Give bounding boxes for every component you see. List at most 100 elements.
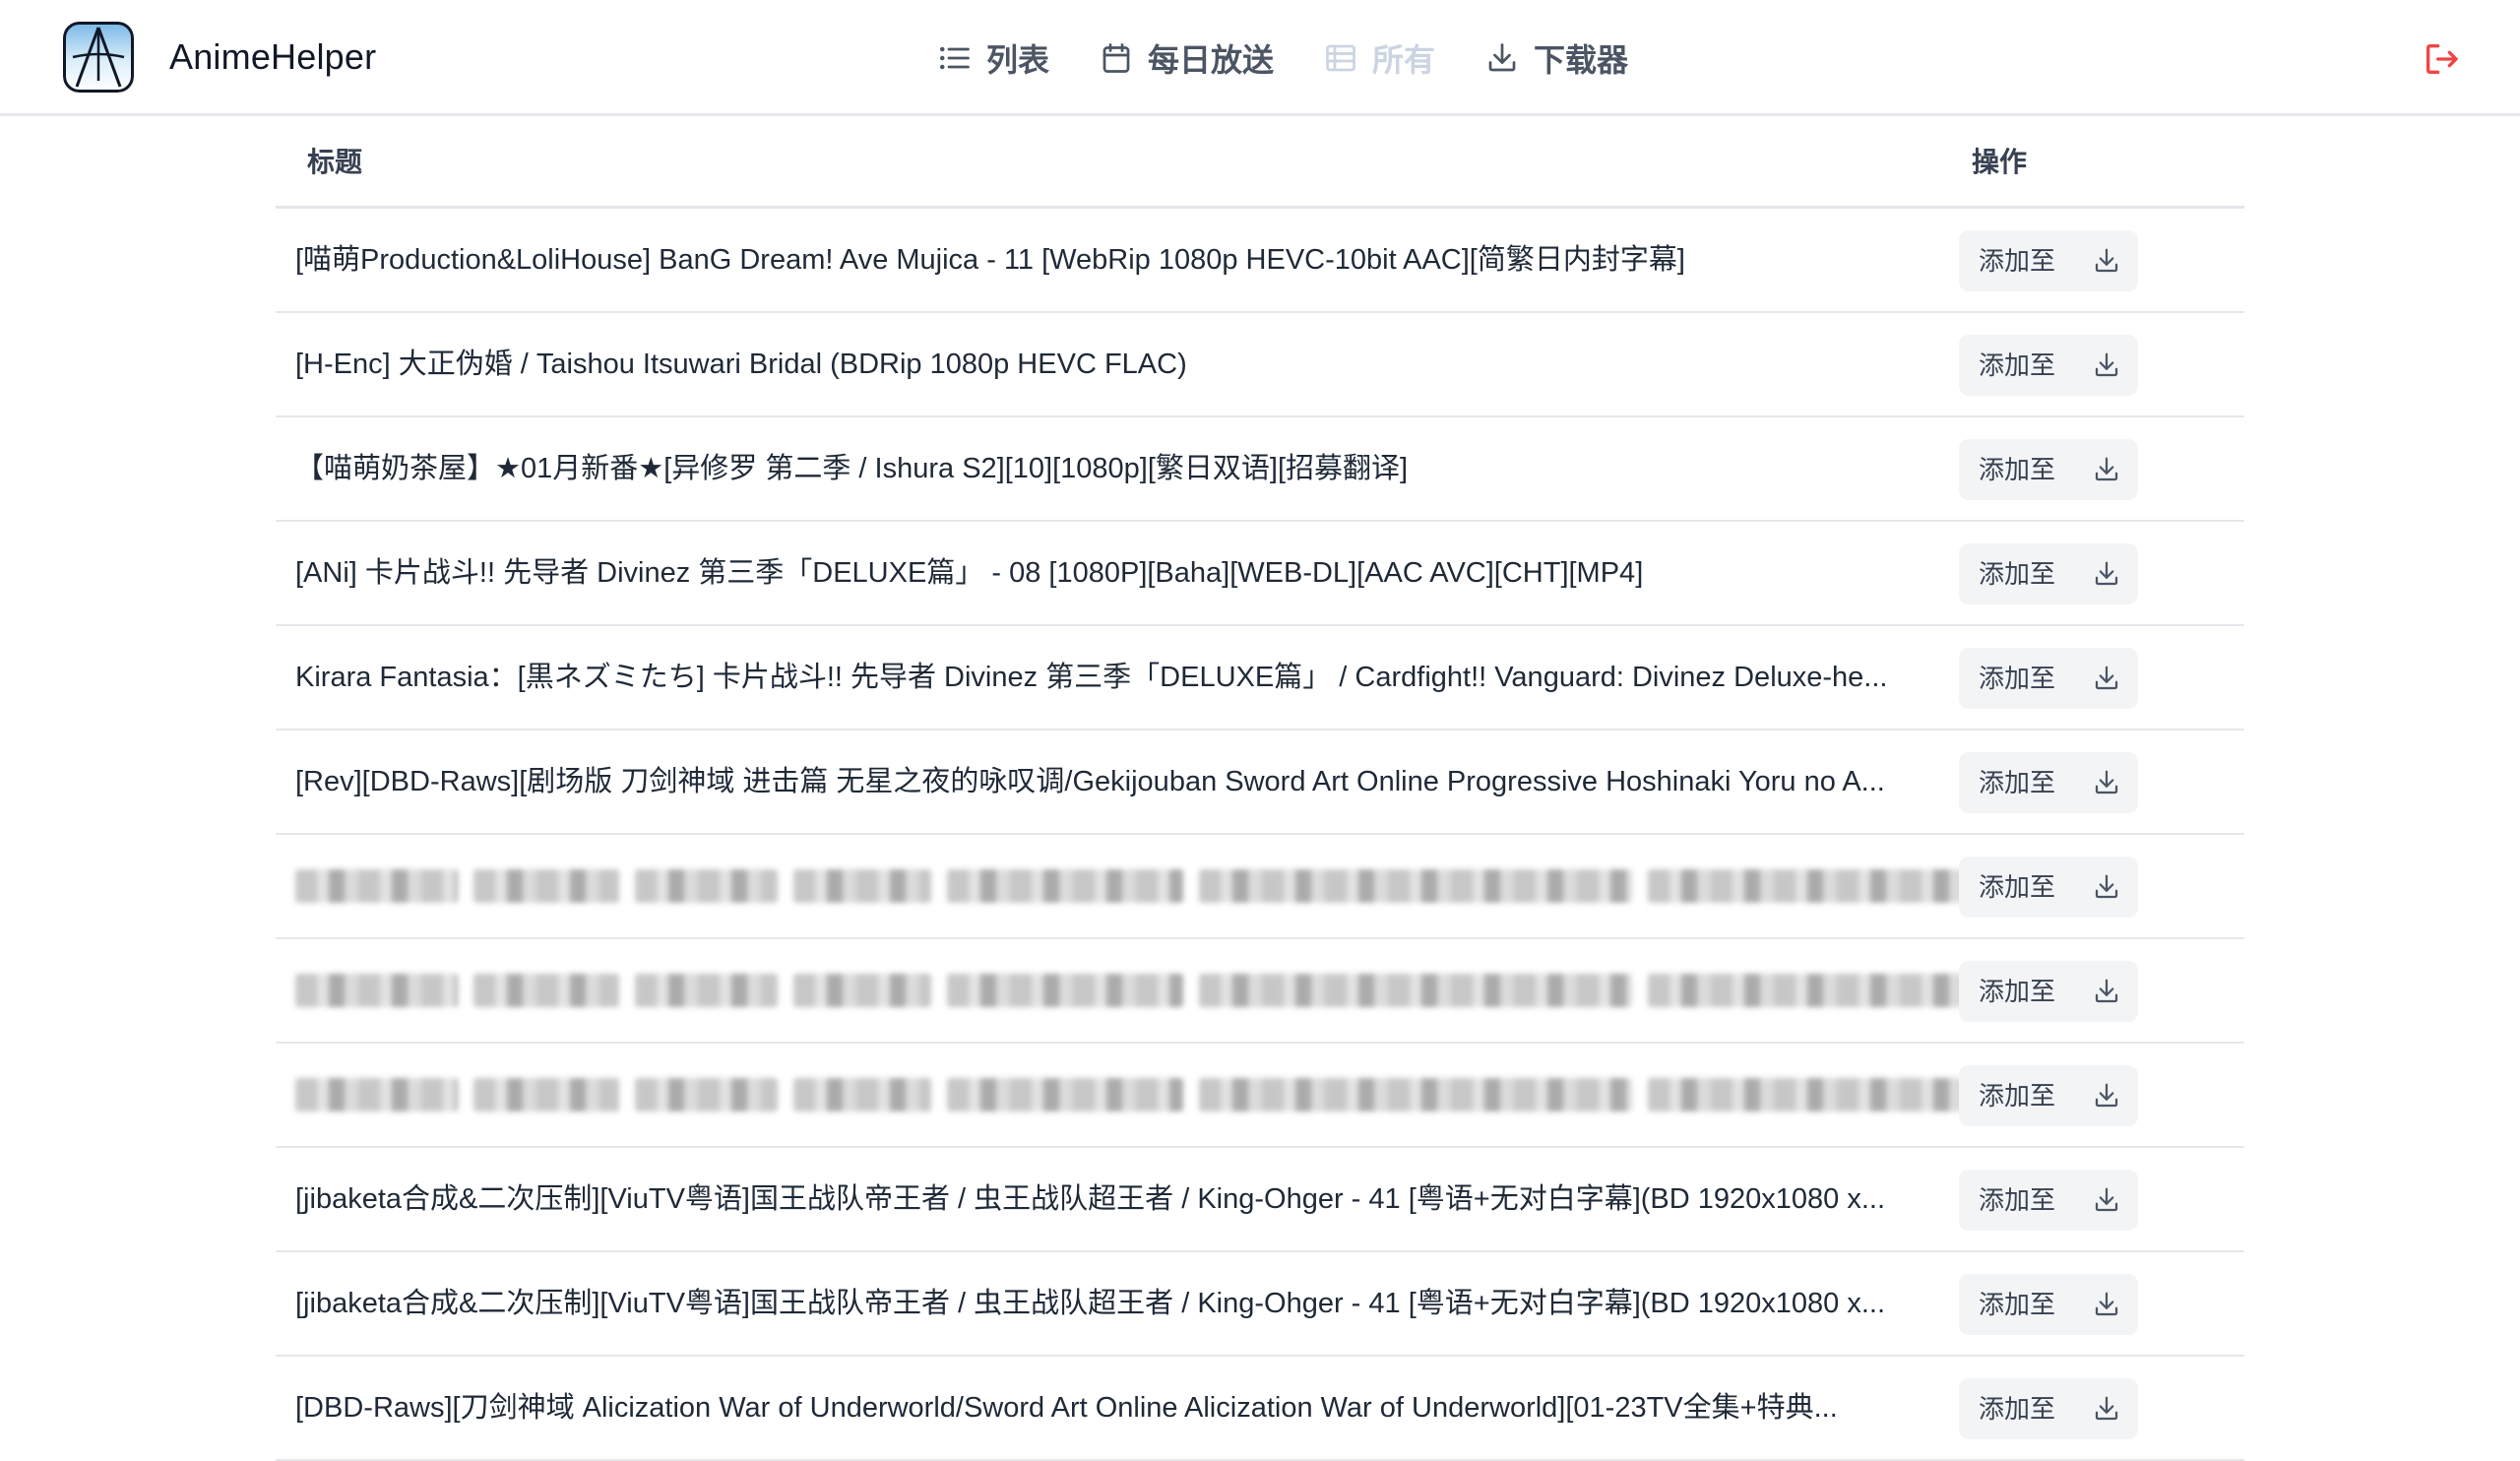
blurred-text-block: [1199, 974, 1632, 1007]
table-row: [ANi] 卡片战斗!! 先导者 Divinez 第三季「DELUXE篇」 - …: [276, 522, 2244, 626]
table-row: 添加至: [276, 835, 2244, 939]
download-icon: [2095, 666, 2118, 690]
nav-item-list[interactable]: 列表: [937, 30, 1049, 87]
download-button[interactable]: [2075, 1378, 2138, 1439]
column-header-action: 操作: [1972, 147, 2028, 177]
calendar-icon: [1102, 43, 1130, 73]
nav-item-label: 每日放送: [1148, 42, 1275, 78]
action-group: 添加至: [1959, 752, 2138, 813]
blurred-text-block: [793, 974, 931, 1007]
action-group: 添加至: [1959, 439, 2138, 500]
download-button[interactable]: [2075, 230, 2138, 291]
table-header: 标题 操作: [276, 116, 2244, 209]
blurred-text-block: [635, 1078, 778, 1112]
add-to-button[interactable]: 添加至: [1959, 439, 2075, 500]
download-button[interactable]: [2075, 1274, 2138, 1335]
resource-title[interactable]: [Rev][DBD-Raws][剧场版 刀剑神域 进击篇 无星之夜的咏叹调/Ge…: [295, 730, 2161, 833]
action-group: 添加至: [1959, 1274, 2138, 1335]
download-icon: [2095, 874, 2118, 899]
add-to-button[interactable]: 添加至: [1959, 1274, 2075, 1335]
blurred-title: [295, 1075, 2156, 1114]
blurred-text-block: [295, 869, 458, 903]
download-button[interactable]: [2075, 752, 2138, 813]
blurred-text-block: [793, 869, 931, 903]
download-icon: [2095, 248, 2118, 273]
blurred-text-block: [473, 974, 619, 1007]
resource-title[interactable]: [H-Enc] 大正伪婚 / Taishou Itsuwari Bridal (…: [295, 313, 2161, 415]
resource-title[interactable]: [ANi] 卡片战斗!! 先导者 Divinez 第三季「DELUXE篇」 - …: [295, 522, 2161, 624]
add-to-button[interactable]: 添加至: [1959, 961, 2075, 1022]
download-button[interactable]: [2075, 648, 2138, 709]
add-to-button[interactable]: 添加至: [1959, 752, 2075, 813]
add-to-button[interactable]: 添加至: [1959, 857, 2075, 918]
resource-title[interactable]: [jibaketa合成&二次压制][ViuTV粤语]国王战队帝王者 / 虫王战队…: [295, 1148, 2161, 1250]
add-to-button[interactable]: 添加至: [1959, 1170, 2075, 1231]
action-group: 添加至: [1959, 1170, 2138, 1231]
blurred-text-block: [947, 1078, 1183, 1112]
download-icon: [2095, 770, 2118, 794]
main-nav: 列表 每日放送 所有 下载器: [937, 30, 1628, 87]
nav-item-label: 列表: [986, 42, 1050, 78]
resource-title[interactable]: Kirara Fantasia：[黒ネズミたち] 卡片战斗!! 先导者 Divi…: [295, 626, 2161, 729]
add-to-button[interactable]: 添加至: [1959, 230, 2075, 291]
brand[interactable]: AnimeHelper: [63, 22, 376, 93]
action-group: 添加至: [1959, 335, 2138, 396]
table-row: [H-Enc] 大正伪婚 / Taishou Itsuwari Bridal (…: [276, 313, 2244, 417]
top-navbar: AnimeHelper 列表 每日放送 所有 下载器: [0, 0, 2520, 116]
resource-table: 标题 操作 [喵萌Production&LoliHouse] BanG Drea…: [276, 116, 2244, 1461]
resource-title[interactable]: 【喵萌奶茶屋】★01月新番★[异修罗 第二季 / Ishura S2][10][…: [295, 417, 2161, 520]
blurred-text-block: [793, 1078, 931, 1112]
download-button[interactable]: [2075, 1170, 2138, 1231]
download-button[interactable]: [2075, 439, 2138, 500]
download-button[interactable]: [2075, 961, 2138, 1022]
nav-item-downloader[interactable]: 下载器: [1484, 30, 1628, 87]
table-row: Kirara Fantasia：[黒ネズミたち] 卡片战斗!! 先导者 Divi…: [276, 626, 2244, 730]
add-to-button[interactable]: 添加至: [1959, 335, 2075, 396]
action-group: 添加至: [1959, 1065, 2138, 1126]
download-button[interactable]: [2075, 857, 2138, 918]
blurred-text-block: [635, 869, 778, 903]
table-row: 添加至: [276, 939, 2244, 1044]
action-group: 添加至: [1959, 230, 2138, 291]
download-icon: [2095, 1187, 2118, 1212]
table-row: [DBD-Raws][刀剑神域 Alicization War of Under…: [276, 1357, 2244, 1461]
resource-title[interactable]: [DBD-Raws][刀剑神域 Alicization War of Under…: [295, 1357, 2161, 1459]
blurred-text-block: [947, 869, 1183, 903]
nav-item-label: 下载器: [1534, 42, 1629, 78]
resource-title[interactable]: [jibaketa合成&二次压制][ViuTV粤语]国王战队帝王者 / 虫王战队…: [295, 1252, 2161, 1355]
blurred-text-block: [473, 869, 619, 903]
table-icon: [1326, 44, 1355, 72]
table-row: [jibaketa合成&二次压制][ViuTV粤语]国王战队帝王者 / 虫王战队…: [276, 1252, 2244, 1357]
add-to-button[interactable]: 添加至: [1959, 1065, 2075, 1126]
action-group: 添加至: [1959, 543, 2138, 604]
column-header-title: 标题: [307, 147, 363, 177]
action-group: 添加至: [1959, 961, 2138, 1022]
download-icon: [2095, 1292, 2118, 1316]
blurred-title: [295, 971, 2156, 1010]
download-button[interactable]: [2075, 543, 2138, 604]
download-icon: [2095, 1083, 2118, 1108]
action-group: 添加至: [1959, 1378, 2138, 1439]
download-button[interactable]: [2075, 335, 2138, 396]
add-to-button[interactable]: 添加至: [1959, 648, 2075, 709]
table-row: [喵萌Production&LoliHouse] BanG Dream! Ave…: [276, 209, 2244, 313]
add-to-button[interactable]: 添加至: [1959, 1378, 2075, 1439]
download-icon: [2095, 979, 2118, 1003]
blurred-text-block: [1199, 1078, 1632, 1112]
add-to-button[interactable]: 添加至: [1959, 543, 2075, 604]
download-icon: [1488, 43, 1516, 72]
download-icon: [2095, 352, 2118, 377]
blurred-text-block: [635, 974, 778, 1007]
blurred-text-block: [1199, 869, 1632, 903]
download-button[interactable]: [2075, 1065, 2138, 1126]
action-group: 添加至: [1959, 648, 2138, 709]
table-row: 添加至: [276, 1044, 2244, 1148]
nav-item-daily[interactable]: 每日放送: [1099, 30, 1274, 87]
nav-item-label: 所有: [1372, 42, 1436, 78]
resource-title[interactable]: [喵萌Production&LoliHouse] BanG Dream! Ave…: [295, 209, 2161, 311]
blurred-title: [295, 866, 2156, 906]
blurred-text-block: [947, 974, 1183, 1007]
logout-icon[interactable]: [2422, 39, 2461, 79]
table-row: [Rev][DBD-Raws][剧场版 刀剑神域 进击篇 无星之夜的咏叹调/Ge…: [276, 730, 2244, 835]
app-name: AnimeHelper: [169, 36, 377, 77]
